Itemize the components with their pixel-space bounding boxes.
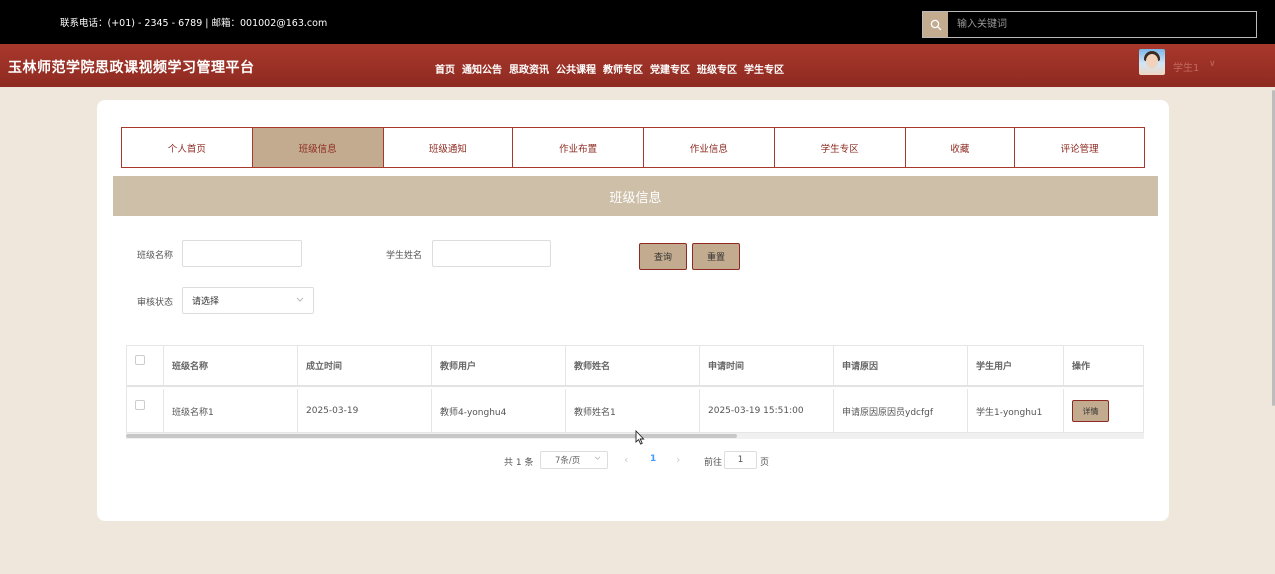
- page-suffix: 页: [760, 458, 770, 468]
- main-navbar: 玉林师范学院思政课视频学习管理平台 首页 通知公告 思政资讯 公共课程 教师专区…: [0, 44, 1275, 87]
- class-name-field[interactable]: [182, 240, 302, 267]
- tab-home[interactable]: 个人首页: [122, 128, 253, 167]
- table-cell: 教师4-yonghu4: [432, 389, 566, 433]
- query-button[interactable]: 查询: [639, 243, 687, 270]
- nav-item-news[interactable]: 思政资讯: [509, 61, 549, 76]
- tab-comments[interactable]: 评论管理: [1015, 128, 1145, 167]
- column-header: 学生用户: [968, 346, 1064, 385]
- detail-button[interactable]: 详情: [1072, 400, 1109, 422]
- column-header: 申请原因: [834, 346, 968, 385]
- reset-button[interactable]: 重置: [692, 243, 740, 270]
- table-cell: 班级名称1: [164, 389, 298, 433]
- top-bar: 联系电话：(+01) - 2345 - 6789 | 邮箱：001002@163…: [0, 0, 1275, 44]
- select-all-checkbox[interactable]: [135, 354, 145, 365]
- nav-menu: 首页 通知公告 思政资讯 公共课程 教师专区 党建专区 班级专区 学生专区: [435, 61, 791, 76]
- chevron-down-icon[interactable]: ∨: [1209, 59, 1216, 69]
- tab-homework-info[interactable]: 作业信息: [644, 128, 775, 167]
- table-row: 班级名称1 2025-03-19 教师4-yonghu4 教师姓名1 2025-…: [127, 389, 1143, 433]
- contact-info: 联系电话：(+01) - 2345 - 6789 | 邮箱：001002@163…: [60, 18, 328, 29]
- next-page-button[interactable]: ›: [676, 453, 680, 466]
- scrollbar-thumb[interactable]: [126, 434, 737, 438]
- column-header: 操作: [1072, 362, 1091, 372]
- current-page[interactable]: 1: [650, 454, 656, 464]
- nav-item-home[interactable]: 首页: [435, 61, 455, 76]
- row-select-cell: [127, 389, 164, 433]
- class-name-input[interactable]: [183, 241, 301, 267]
- chevron-down-icon: [296, 296, 304, 305]
- table-cell: 教师姓名1: [566, 389, 700, 433]
- page-size-select[interactable]: 7条/页: [540, 451, 608, 469]
- tab-class-notice[interactable]: 班级通知: [383, 128, 514, 167]
- column-header: 班级名称: [164, 346, 298, 385]
- table-header-row: 班级名称 成立时间 教师用户 教师姓名 申请时间 申请原因 学生用户 操作: [127, 346, 1143, 387]
- user-name[interactable]: 学生1: [1173, 59, 1199, 74]
- status-select-value: 请选择: [192, 297, 220, 307]
- table-cell: 2025-03-19: [298, 389, 432, 433]
- class-info-table: 班级名称 成立时间 教师用户 教师姓名 申请时间 申请原因 学生用户 操作 班级…: [126, 345, 1144, 433]
- prev-page-button[interactable]: ‹: [624, 453, 628, 466]
- select-all-cell: [127, 346, 164, 385]
- student-name-field[interactable]: [432, 240, 551, 267]
- table-cell: 2025-03-19 15:51:00: [700, 389, 834, 433]
- action-cell: 详情: [1064, 389, 1143, 433]
- search-icon[interactable]: [923, 12, 948, 37]
- class-name-label: 班级名称: [137, 251, 174, 261]
- search-box[interactable]: [922, 11, 1257, 38]
- nav-item-class-zone[interactable]: 班级专区: [697, 61, 737, 76]
- nav-item-teacher-zone[interactable]: 教师专区: [603, 61, 643, 76]
- tab-student-zone[interactable]: 学生专区: [774, 128, 906, 167]
- goto-label: 前往: [704, 458, 723, 468]
- search-input[interactable]: [951, 14, 1251, 35]
- chevron-down-icon: [594, 455, 601, 463]
- status-label: 审核状态: [137, 298, 174, 308]
- column-header: 成立时间: [298, 346, 432, 385]
- row-checkbox[interactable]: [135, 400, 145, 410]
- avatar[interactable]: [1139, 49, 1165, 75]
- section-title: 班级信息: [113, 176, 1158, 216]
- total-count: 共 1 条: [504, 458, 534, 468]
- nav-item-party-zone[interactable]: 党建专区: [650, 61, 690, 76]
- student-name-label: 学生姓名: [386, 251, 423, 261]
- student-name-input[interactable]: [433, 241, 550, 267]
- tab-homework-assign[interactable]: 作业布置: [513, 128, 644, 167]
- tab-class-info[interactable]: 班级信息: [252, 128, 384, 167]
- column-header: 申请时间: [700, 346, 834, 385]
- table-cell: 学生1-yonghu1: [968, 389, 1064, 433]
- status-select[interactable]: 请选择: [182, 287, 314, 314]
- mouse-cursor-icon: [635, 429, 645, 449]
- table-cell: 申请原因原因员ydcfgf: [834, 389, 968, 433]
- column-header: 教师姓名: [566, 346, 700, 385]
- content-card: 个人首页 班级信息 班级通知 作业布置 作业信息 学生专区 收藏 评论管理 班级…: [97, 100, 1169, 521]
- page-size-value: 7条/页: [555, 456, 581, 466]
- tab-bar: 个人首页 班级信息 班级通知 作业布置 作业信息 学生专区 收藏 评论管理: [121, 127, 1145, 168]
- goto-page-input[interactable]: [724, 451, 757, 469]
- nav-item-courses[interactable]: 公共课程: [556, 61, 596, 76]
- nav-item-student-zone[interactable]: 学生专区: [744, 61, 784, 76]
- column-header: 教师用户: [432, 346, 566, 385]
- site-title: 玉林师范学院思政课视频学习管理平台: [8, 60, 255, 76]
- tab-favorites[interactable]: 收藏: [905, 128, 1016, 167]
- nav-item-notices[interactable]: 通知公告: [462, 61, 502, 76]
